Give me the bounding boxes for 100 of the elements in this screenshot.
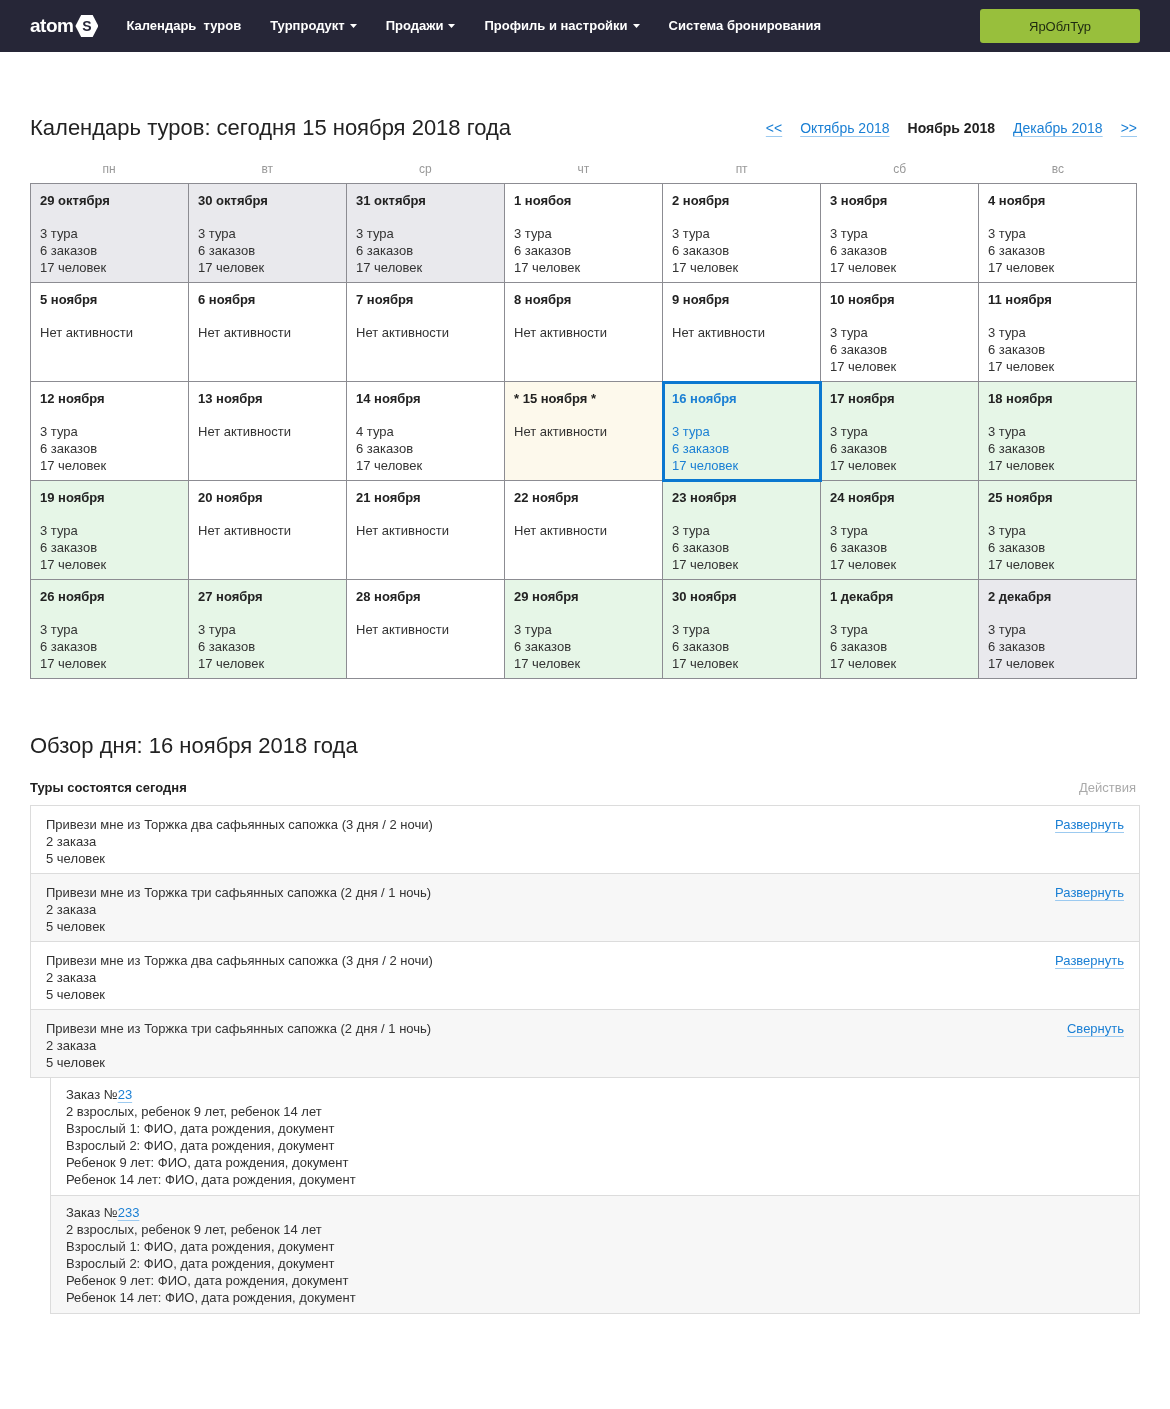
calendar-day[interactable]: 28 ноября Нет активности <box>347 580 505 679</box>
calendar-day[interactable]: 16 ноября 3 тура 6 заказов 17 человек <box>663 382 821 481</box>
calendar-day[interactable]: 18 ноября 3 тура 6 заказов 17 человек <box>979 382 1137 481</box>
calendar-day[interactable]: 6 ноября Нет активности <box>189 283 347 382</box>
day-summary-line: 17 человек <box>356 457 423 474</box>
tour-people-count: 5 человек <box>46 850 107 867</box>
section-title: Обзор дня: 16 ноября 2018 года <box>30 733 359 759</box>
page-title: Календарь туров: сегодня 15 ноября 2018 года <box>30 115 512 141</box>
day-summary-line: 3 тура <box>40 621 78 638</box>
calendar-day[interactable]: 21 ноября Нет активности <box>347 481 505 580</box>
day-summary-line: 6 заказов <box>988 440 1046 457</box>
calendar-day[interactable]: 22 ноября Нет активности <box>505 481 663 580</box>
day-summary-line: 17 человек <box>198 259 265 276</box>
day-summary-line: Нет активности <box>198 423 292 440</box>
calendar-day[interactable]: 2 ноября 3 тура 6 заказов 17 человек <box>663 184 821 283</box>
day-summary-line: Нет активности <box>514 324 608 341</box>
calendar-day[interactable]: 12 ноября 3 тура 6 заказов 17 человек <box>31 382 189 481</box>
day-date: 9 ноября <box>672 291 730 308</box>
calendar-day[interactable]: 17 ноября 3 тура 6 заказов 17 человек <box>821 382 979 481</box>
logo-wordmark: atom <box>30 15 74 37</box>
day-summary-line: Нет активности <box>514 522 608 539</box>
calendar-day[interactable]: 29 октября 3 тура 6 заказов 17 человек <box>31 184 189 283</box>
day-summary-line: Нет активности <box>356 621 450 638</box>
day-summary-line: 17 человек <box>672 259 739 276</box>
calendar-day[interactable]: 20 ноября Нет активности <box>189 481 347 580</box>
nav-link[interactable]: Календарь туров <box>126 18 242 34</box>
day-date: 12 ноября <box>40 390 105 407</box>
toggle-link[interactable]: Развернуть <box>1055 952 1124 969</box>
account-button[interactable]: ЯрОблТур <box>980 9 1140 43</box>
nav-link[interactable]: Система бронирования <box>668 18 821 34</box>
calendar-day[interactable]: 13 ноября Нет активности <box>189 382 347 481</box>
calendar-day[interactable]: 9 ноября Нет активности <box>663 283 821 382</box>
nav-link[interactable]: Турпродукт <box>270 18 357 34</box>
day-summary-line: 3 тура <box>198 621 236 638</box>
calendar-day[interactable]: 7 ноября Нет активности <box>347 283 505 382</box>
calendar-day[interactable]: 4 ноября 3 тура 6 заказов 17 человек <box>979 184 1137 283</box>
calendar-day[interactable]: 24 ноября 3 тура 6 заказов 17 человек <box>821 481 979 580</box>
toggle-link[interactable]: Развернуть <box>1055 816 1124 833</box>
month-link[interactable]: << <box>765 119 783 137</box>
nav-link[interactable]: Продажи <box>385 18 456 34</box>
day-date: 30 ноября <box>672 588 737 605</box>
calendar-day[interactable]: 1 декабря 3 тура 6 заказов 17 человек <box>821 580 979 679</box>
calendar-day[interactable]: 5 ноября Нет активности <box>31 283 189 382</box>
day-summary-line: Нет активности <box>672 324 766 341</box>
day-summary-line: 3 тура <box>988 225 1026 242</box>
calendar-day[interactable]: 30 октября 3 тура 6 заказов 17 человек <box>189 184 347 283</box>
day-summary-line: 17 человек <box>672 556 739 573</box>
day-summary-line: 3 тура <box>672 423 710 440</box>
calendar-day[interactable]: 29 ноября 3 тура 6 заказов 17 человек <box>505 580 663 679</box>
tour-title: Привези мне из Торжка три сафьянных сапожка (2 дня / 1 ночь) <box>46 1020 432 1037</box>
month-link[interactable]: Октябрь 2018 <box>800 119 890 137</box>
month-link[interactable]: Ноябрь 2018 <box>907 119 995 137</box>
calendar-day[interactable]: 10 ноября 3 тура 6 заказов 17 человек <box>821 283 979 382</box>
day-summary-line: 17 человек <box>514 259 581 276</box>
tour-orders-count: 2 заказа <box>46 969 98 986</box>
toggle-link[interactable]: Свернуть <box>1067 1020 1124 1037</box>
calendar-day[interactable]: 30 ноября 3 тура 6 заказов 17 человек <box>663 580 821 679</box>
day-summary-line: 3 тура <box>988 522 1026 539</box>
month-link[interactable]: Декабрь 2018 <box>1013 119 1103 137</box>
day-summary-line: 3 тура <box>40 522 78 539</box>
day-date: 2 декабря <box>988 588 1052 605</box>
tour-title: Привези мне из Торжка два сафьянных сапожка (3 дня / 2 ночи) <box>46 952 433 969</box>
table-heading: Туры состоятся сегодня <box>30 779 187 796</box>
day-summary-line: 3 тура <box>672 522 710 539</box>
calendar-day[interactable]: 26 ноября 3 тура 6 заказов 17 человек <box>31 580 189 679</box>
day-summary-line: 6 заказов <box>988 539 1046 556</box>
day-summary-line: 6 заказов <box>672 242 730 259</box>
calendar-day[interactable]: 31 октября 3 тура 6 заказов 17 человек <box>347 184 505 283</box>
day-date: 21 ноября <box>356 489 421 506</box>
order-detail-line: 2 взрослых, ребенок 9 лет, ребенок 14 лет <box>66 1103 322 1120</box>
calendar-day[interactable]: 8 ноября Нет активности <box>505 283 663 382</box>
actions-heading: Действия <box>1079 779 1137 796</box>
nav-link[interactable]: Профиль и настройки <box>484 18 640 34</box>
order-number-link[interactable]: 23 <box>117 1087 133 1102</box>
weekday-label: вс <box>1050 161 1066 177</box>
day-summary-line: 6 заказов <box>830 341 888 358</box>
month-link[interactable]: >> <box>1120 119 1137 137</box>
toggle-link[interactable]: Развернуть <box>1055 884 1124 901</box>
day-summary-line: Нет активности <box>198 324 292 341</box>
order-number-link[interactable]: 233 <box>117 1205 140 1220</box>
calendar-day[interactable]: 23 ноября 3 тура 6 заказов 17 человек <box>663 481 821 580</box>
day-summary-line: 17 человек <box>672 457 739 474</box>
order-title: Заказ №233 <box>66 1204 140 1221</box>
day-date: 14 ноября <box>356 390 421 407</box>
weekday-label: пт <box>734 161 749 177</box>
calendar-day[interactable]: * 15 ноября * Нет активности <box>505 382 663 481</box>
calendar-day[interactable]: 2 декабря 3 тура 6 заказов 17 человек <box>979 580 1137 679</box>
calendar-day[interactable]: 11 ноября 3 тура 6 заказов 17 человек <box>979 283 1137 382</box>
day-date: 20 ноября <box>198 489 263 506</box>
day-date: 30 октября <box>198 192 268 209</box>
calendar-day[interactable]: 1 ноябоя 3 тура 6 заказов 17 человек <box>505 184 663 283</box>
calendar-day[interactable]: 3 ноября 3 тура 6 заказов 17 человек <box>821 184 979 283</box>
day-date: 27 ноября <box>198 588 263 605</box>
calendar-day[interactable]: 14 ноября 4 тура 6 заказов 17 человек <box>347 382 505 481</box>
order-detail-line: Ребенок 9 лет: ФИО, дата рождения, документ <box>66 1272 349 1289</box>
calendar-day[interactable]: 27 ноября 3 тура 6 заказов 17 человек <box>189 580 347 679</box>
calendar-day[interactable]: 19 ноября 3 тура 6 заказов 17 человек <box>31 481 189 580</box>
calendar-day[interactable]: 25 ноября 3 тура 6 заказов 17 человек <box>979 481 1137 580</box>
day-date: 4 ноября <box>988 192 1046 209</box>
day-summary-line: 17 человек <box>830 655 897 672</box>
